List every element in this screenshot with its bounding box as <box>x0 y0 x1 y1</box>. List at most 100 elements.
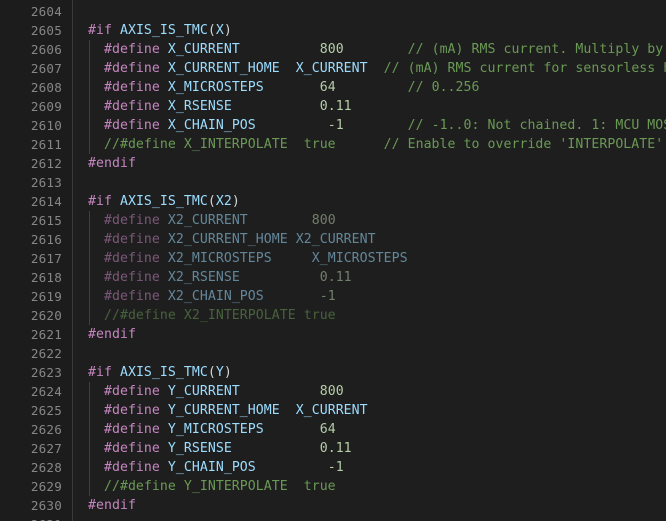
line-number: 2625 <box>30 403 62 418</box>
token-pun <box>248 213 312 228</box>
code-line[interactable]: 2609 #define X_RSENSE 0.11 <box>0 97 666 116</box>
code-text: #define X2_RSENSE 0.11 <box>88 268 352 287</box>
token-cmt: // (mA) RMS current. Multiply by 1.414 <box>407 42 664 57</box>
token-pp: #define <box>88 80 168 95</box>
token-cmt: //#define Y_INTERPOLATE true <box>88 479 336 494</box>
token-pun: ) <box>223 365 232 380</box>
code-line[interactable]: 2625 #define Y_CURRENT_HOME X_CURRENT <box>0 401 666 420</box>
code-text: //#define X_INTERPOLATE true // Enable t… <box>88 135 666 154</box>
code-line[interactable]: 2615 #define X2_CURRENT 800 <box>0 211 666 230</box>
token-id: X_CHAIN_POS <box>167 118 256 133</box>
code-text: //#define X2_INTERPOLATE true <box>88 306 336 325</box>
token-pp: #define <box>88 118 168 133</box>
line-number: 2609 <box>30 99 62 114</box>
token-id: X2_MICROSTEPS <box>167 251 272 266</box>
token-id: Y_MICROSTEPS <box>167 422 264 437</box>
line-number: 2623 <box>30 365 62 380</box>
code-line[interactable]: 2616 #define X2_CURRENT_HOME X2_CURRENT <box>0 230 666 249</box>
code-line[interactable]: 2622 <box>0 344 666 363</box>
code-text: #define Y_MICROSTEPS 64 <box>88 420 336 439</box>
line-number: 2614 <box>30 194 62 209</box>
code-line[interactable]: 2619 #define X2_CHAIN_POS -1 <box>0 287 666 306</box>
code-text: #define X_CURRENT 800 // (mA) RMS curren… <box>88 40 666 59</box>
code-text: #define X2_CHAIN_POS -1 <box>88 287 336 306</box>
code-line[interactable]: 2608 #define X_MICROSTEPS 64 // 0..256 <box>0 78 666 97</box>
token-pun <box>232 441 320 456</box>
token-cmt: // 0..256 <box>407 80 480 95</box>
token-pun <box>288 232 296 247</box>
line-number: 2618 <box>30 270 62 285</box>
code-line[interactable]: 2606 #define X_CURRENT 800 // (mA) RMS c… <box>0 40 666 59</box>
token-num: 800 <box>319 384 344 399</box>
code-line[interactable]: 2604 <box>0 2 666 21</box>
line-number: 2616 <box>30 232 62 247</box>
token-pp: #define <box>88 270 168 285</box>
token-cmt: //#define X_INTERPOLATE true <box>88 137 336 152</box>
token-id: Y_CURRENT_HOME <box>167 403 280 418</box>
token-pun <box>336 80 408 95</box>
line-number: 2615 <box>30 213 62 228</box>
token-pp: #define <box>88 289 168 304</box>
token-pp: #define <box>88 422 168 437</box>
token-id: X_CURRENT <box>167 42 240 57</box>
token-pp: #define <box>88 99 168 114</box>
token-id: X_CURRENT <box>295 61 368 76</box>
token-num: -1 <box>327 460 344 475</box>
token-pun <box>240 384 320 399</box>
code-line[interactable]: 2628 #define Y_CHAIN_POS -1 <box>0 458 666 477</box>
line-number: 2630 <box>30 498 62 513</box>
code-line[interactable]: 2612 #endif <box>0 154 666 173</box>
token-cmt: // Enable to override 'INTERPOLATE' fo <box>383 137 666 152</box>
token-num: -1 <box>319 289 336 304</box>
code-line[interactable]: 2610 #define X_CHAIN_POS -1 // -1..0: No… <box>0 116 666 135</box>
token-id: X2_CURRENT_HOME <box>167 232 288 247</box>
code-line[interactable]: 2620 //#define X2_INTERPOLATE true <box>0 306 666 325</box>
token-cmt: // (mA) RMS current for sensorless hom <box>383 61 666 76</box>
token-id: AXIS_IS_TMC <box>119 365 208 380</box>
token-num: 800 <box>319 42 344 57</box>
token-pp: #define <box>88 384 168 399</box>
code-line[interactable]: 2618 #define X2_RSENSE 0.11 <box>0 268 666 287</box>
code-text: #define X2_CURRENT_HOME X2_CURRENT <box>88 230 376 249</box>
code-line[interactable]: 2626 #define Y_MICROSTEPS 64 <box>0 420 666 439</box>
code-line[interactable]: 2607 #define X_CURRENT_HOME X_CURRENT //… <box>0 59 666 78</box>
code-editor[interactable]: 2604 2605 #if AXIS_IS_TMC(X) 2606 #define X… <box>0 0 666 521</box>
code-line[interactable]: 2627 #define Y_RSENSE 0.11 <box>0 439 666 458</box>
code-line[interactable]: 2614 #if AXIS_IS_TMC(X2) <box>0 192 666 211</box>
token-num: 800 <box>311 213 336 228</box>
token-pp: #define <box>88 460 168 475</box>
line-number: 2621 <box>30 327 62 342</box>
line-number: 2617 <box>30 251 62 266</box>
code-line[interactable]: 2611 //#define X_INTERPOLATE true // Ena… <box>0 135 666 154</box>
token-pp: #if <box>88 365 120 380</box>
code-text: #define X_CURRENT_HOME X_CURRENT // (mA)… <box>88 59 666 78</box>
token-pun: ( <box>207 23 216 38</box>
code-text: #if AXIS_IS_TMC(X) <box>88 21 232 40</box>
line-number: 2631 <box>0 515 62 521</box>
token-pun: ) <box>231 194 240 209</box>
token-id: Y_CHAIN_POS <box>167 460 256 475</box>
token-pun <box>264 422 320 437</box>
code-line[interactable]: 2629 //#define Y_INTERPOLATE true <box>0 477 666 496</box>
code-text: #define X_RSENSE 0.11 <box>88 97 352 116</box>
line-number: 2605 <box>30 23 62 38</box>
token-pp: #define <box>88 441 168 456</box>
line-number: 2620 <box>30 308 62 323</box>
line-number: 2607 <box>30 61 62 76</box>
code-line[interactable]: 2624 #define Y_CURRENT 800 <box>0 382 666 401</box>
code-line[interactable]: 2617 #define X2_MICROSTEPS X_MICROSTEPS <box>0 249 666 268</box>
code-line[interactable]: 2623 #if AXIS_IS_TMC(Y) <box>0 363 666 382</box>
code-line[interactable]: 2605 #if AXIS_IS_TMC(X) <box>0 21 666 40</box>
token-pun: ) <box>223 23 232 38</box>
token-pp: #define <box>88 403 168 418</box>
token-id: X2_CURRENT <box>167 213 248 228</box>
line-number: 2604 <box>30 4 62 19</box>
code-line[interactable]: 2631 <box>0 515 666 521</box>
token-id: X_MICROSTEPS <box>311 251 408 266</box>
line-number: 2624 <box>30 384 62 399</box>
code-line[interactable]: 2621 #endif <box>0 325 666 344</box>
code-line[interactable]: 2613 <box>0 173 666 192</box>
code-text: #endif <box>88 154 136 173</box>
token-id: X_MICROSTEPS <box>167 80 264 95</box>
code-line[interactable]: 2630 #endif <box>0 496 666 515</box>
